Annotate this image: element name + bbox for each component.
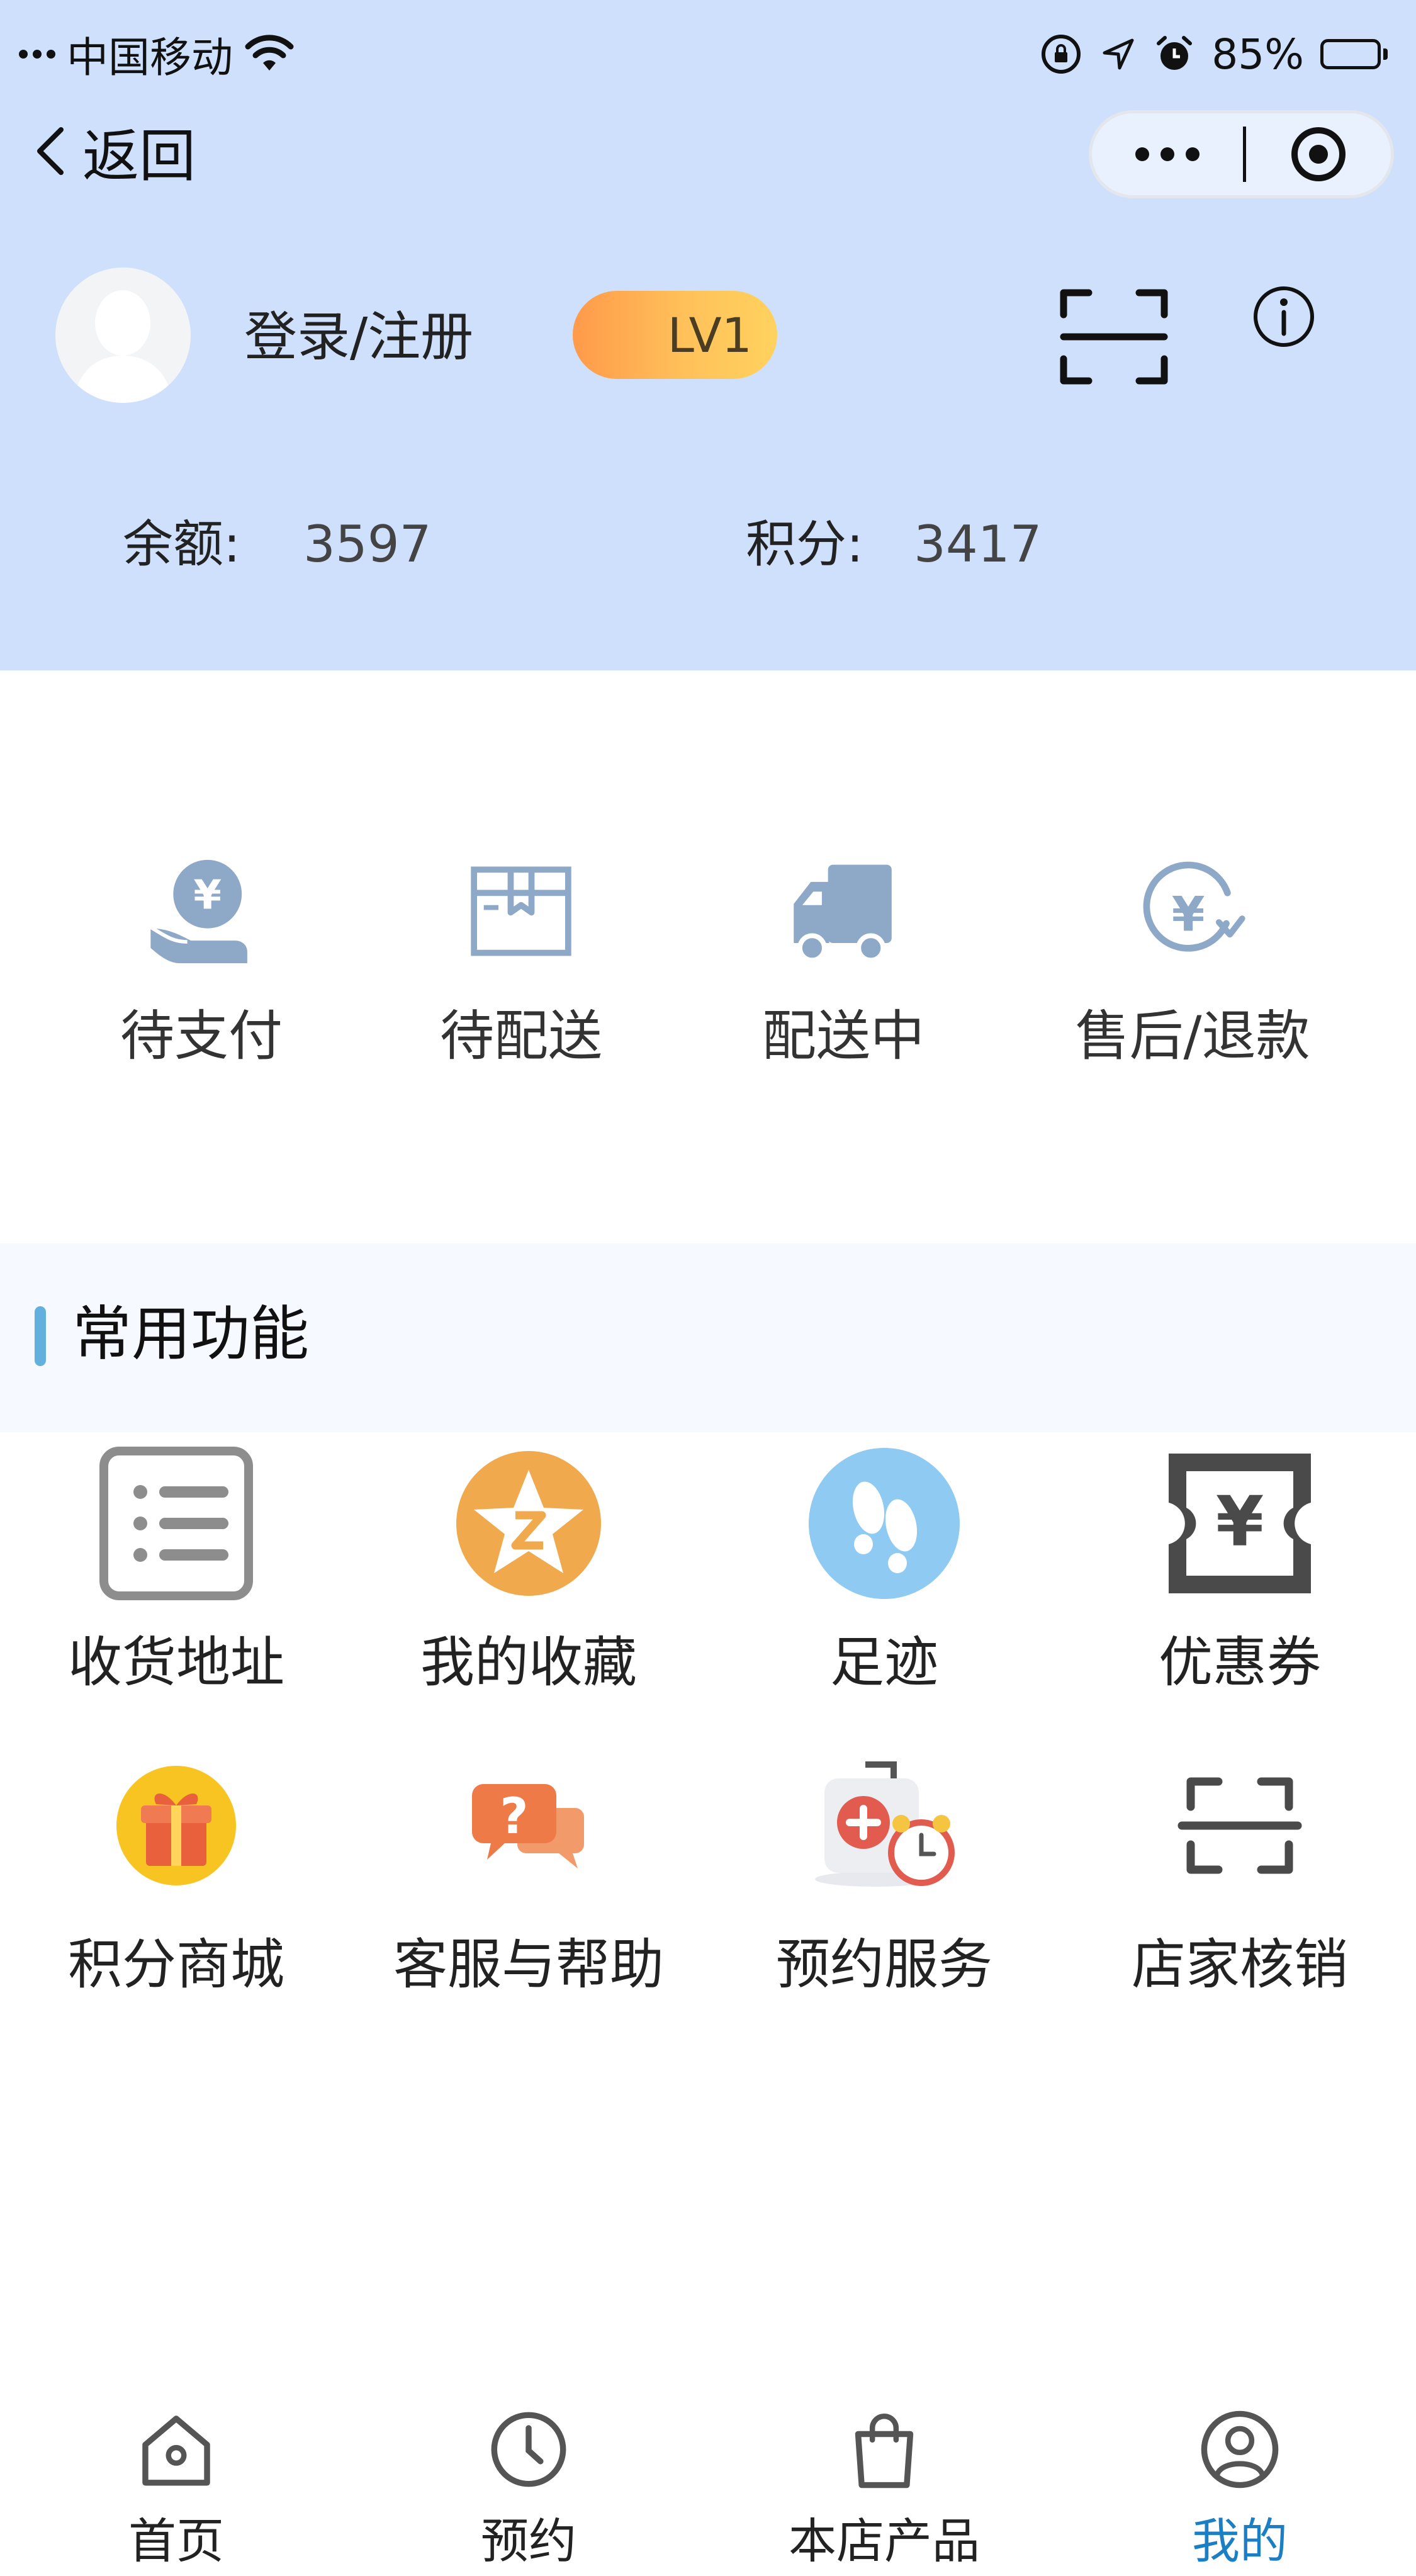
battery-percent: 85%	[1211, 30, 1304, 79]
grid-item-label: 收货地址	[68, 1631, 284, 1694]
grid-item-label: 足迹	[830, 1631, 938, 1694]
avatar[interactable]	[55, 268, 191, 403]
tab-appointment[interactable]: 预约	[352, 2408, 705, 2572]
bottom-tab-bar: 首页 预约 本店产品 我的	[0, 2380, 1416, 2576]
grid-item-favorites[interactable]: 我的收藏	[352, 1445, 705, 1722]
grid-item-address[interactable]: 收货地址	[0, 1445, 352, 1722]
grid-item-label: 店家核销	[1132, 1933, 1348, 1996]
default-avatar-icon	[73, 290, 173, 403]
points-label: 积分:	[746, 515, 863, 573]
delivery-truck-icon	[794, 864, 892, 963]
help-chat-icon: ?	[472, 1784, 584, 1868]
points-stat[interactable]: 积分: 3417	[746, 510, 1042, 579]
grid-item-footprint[interactable]: 足迹	[708, 1445, 1060, 1722]
yen-hand-icon: ¥	[149, 859, 247, 964]
tab-label: 首页	[128, 2513, 224, 2569]
grid-item-label: 客服与帮助	[393, 1933, 664, 1996]
grid-item-points-mall[interactable]: 积分商城	[0, 1747, 352, 2024]
level-badge: LV1	[573, 291, 777, 379]
mini-program-capsule	[1089, 110, 1394, 198]
tab-mine[interactable]: 我的	[1064, 2408, 1416, 2572]
coupon-icon: ¥	[1169, 1454, 1311, 1593]
order-awaiting-delivery[interactable]: 待配送	[364, 856, 678, 1070]
orientation-lock-icon	[1042, 35, 1081, 74]
tab-home[interactable]: 首页	[0, 2408, 352, 2572]
home-icon	[142, 2415, 210, 2486]
grid-item-coupon[interactable]: ¥ 优惠券	[1064, 1445, 1416, 1722]
favorite-star-icon	[456, 1451, 601, 1596]
shopping-bag-icon	[855, 2414, 914, 2488]
common-functions-header: 常用功能	[0, 1243, 1416, 1432]
balance-value: 3597	[303, 515, 432, 573]
location-arrow-icon	[1103, 38, 1134, 70]
order-pending-payment-label: 待支付	[120, 1005, 283, 1068]
grid-item-label: 我的收藏	[420, 1631, 637, 1694]
carrier-name: 中国移动	[67, 33, 233, 82]
scan-icon[interactable]	[1057, 283, 1171, 390]
svg-text:¥: ¥	[1172, 887, 1205, 942]
order-after-sales-refund-label: 售后/退款	[1075, 1005, 1310, 1068]
balance-stat[interactable]: 余额: 3597	[123, 510, 432, 579]
order-after-sales-refund[interactable]: ¥ 售后/退款	[1035, 856, 1350, 1070]
grid-item-customer-help[interactable]: ? 客服与帮助	[352, 1747, 705, 2024]
svg-text:¥: ¥	[1216, 1481, 1264, 1562]
yen-refund-icon: ¥	[1143, 861, 1245, 952]
medical-alarm-icon	[815, 1761, 955, 1887]
alarm-icon	[1157, 36, 1193, 70]
balance-label: 余额:	[123, 515, 240, 573]
footprint-icon	[809, 1448, 960, 1599]
back-label: 返回	[82, 123, 196, 189]
level-badge-label: LV1	[667, 307, 752, 363]
login-register-link[interactable]: 登录/注册	[244, 302, 473, 371]
signal-icon	[19, 50, 55, 59]
back-button[interactable]: 返回	[35, 113, 196, 189]
wifi-icon	[245, 35, 294, 71]
battery-icon	[1320, 39, 1388, 69]
svg-text:?: ?	[500, 1788, 528, 1845]
svg-text:¥: ¥	[193, 872, 222, 919]
tab-store-products[interactable]: 本店产品	[708, 2408, 1060, 2572]
close-button[interactable]	[1246, 113, 1391, 195]
section-accent-bar	[35, 1306, 46, 1366]
order-pending-payment[interactable]: ¥ 待支付	[44, 856, 359, 1070]
grid-item-label: 预约服务	[776, 1933, 992, 1996]
profile-header: 中国移动 85% 返回 登录/注册 LV1 余额: 3597 积分: 3417	[0, 0, 1416, 670]
status-bar-left: 中国移动	[19, 29, 295, 82]
more-button[interactable]	[1092, 113, 1243, 195]
info-icon[interactable]	[1249, 282, 1318, 351]
order-in-delivery[interactable]: 配送中	[686, 856, 1001, 1070]
tab-label: 预约	[481, 2513, 576, 2569]
grid-item-store-verification[interactable]: 店家核销	[1064, 1747, 1416, 2024]
scan-icon	[1177, 1777, 1302, 1874]
points-value: 3417	[913, 515, 1042, 573]
clock-icon	[491, 2412, 566, 2487]
address-list-icon	[99, 1447, 253, 1600]
user-icon	[1201, 2410, 1279, 2488]
tab-label: 我的	[1192, 2513, 1288, 2569]
grid-item-appointment-service[interactable]: 预约服务	[708, 1747, 1060, 2024]
status-bar-right: 85%	[1039, 29, 1388, 79]
section-title: 常用功能	[72, 1300, 310, 1369]
tab-label: 本店产品	[789, 2513, 980, 2569]
grid-item-label: 优惠券	[1159, 1631, 1321, 1694]
chevron-left-icon	[37, 127, 64, 175]
order-in-delivery-label: 配送中	[762, 1005, 924, 1068]
order-awaiting-delivery-label: 待配送	[440, 1005, 602, 1068]
target-close-icon	[1291, 127, 1346, 181]
grid-item-label: 积分商城	[68, 1933, 284, 1996]
gift-icon	[116, 1766, 236, 1885]
package-box-icon	[471, 866, 571, 956]
